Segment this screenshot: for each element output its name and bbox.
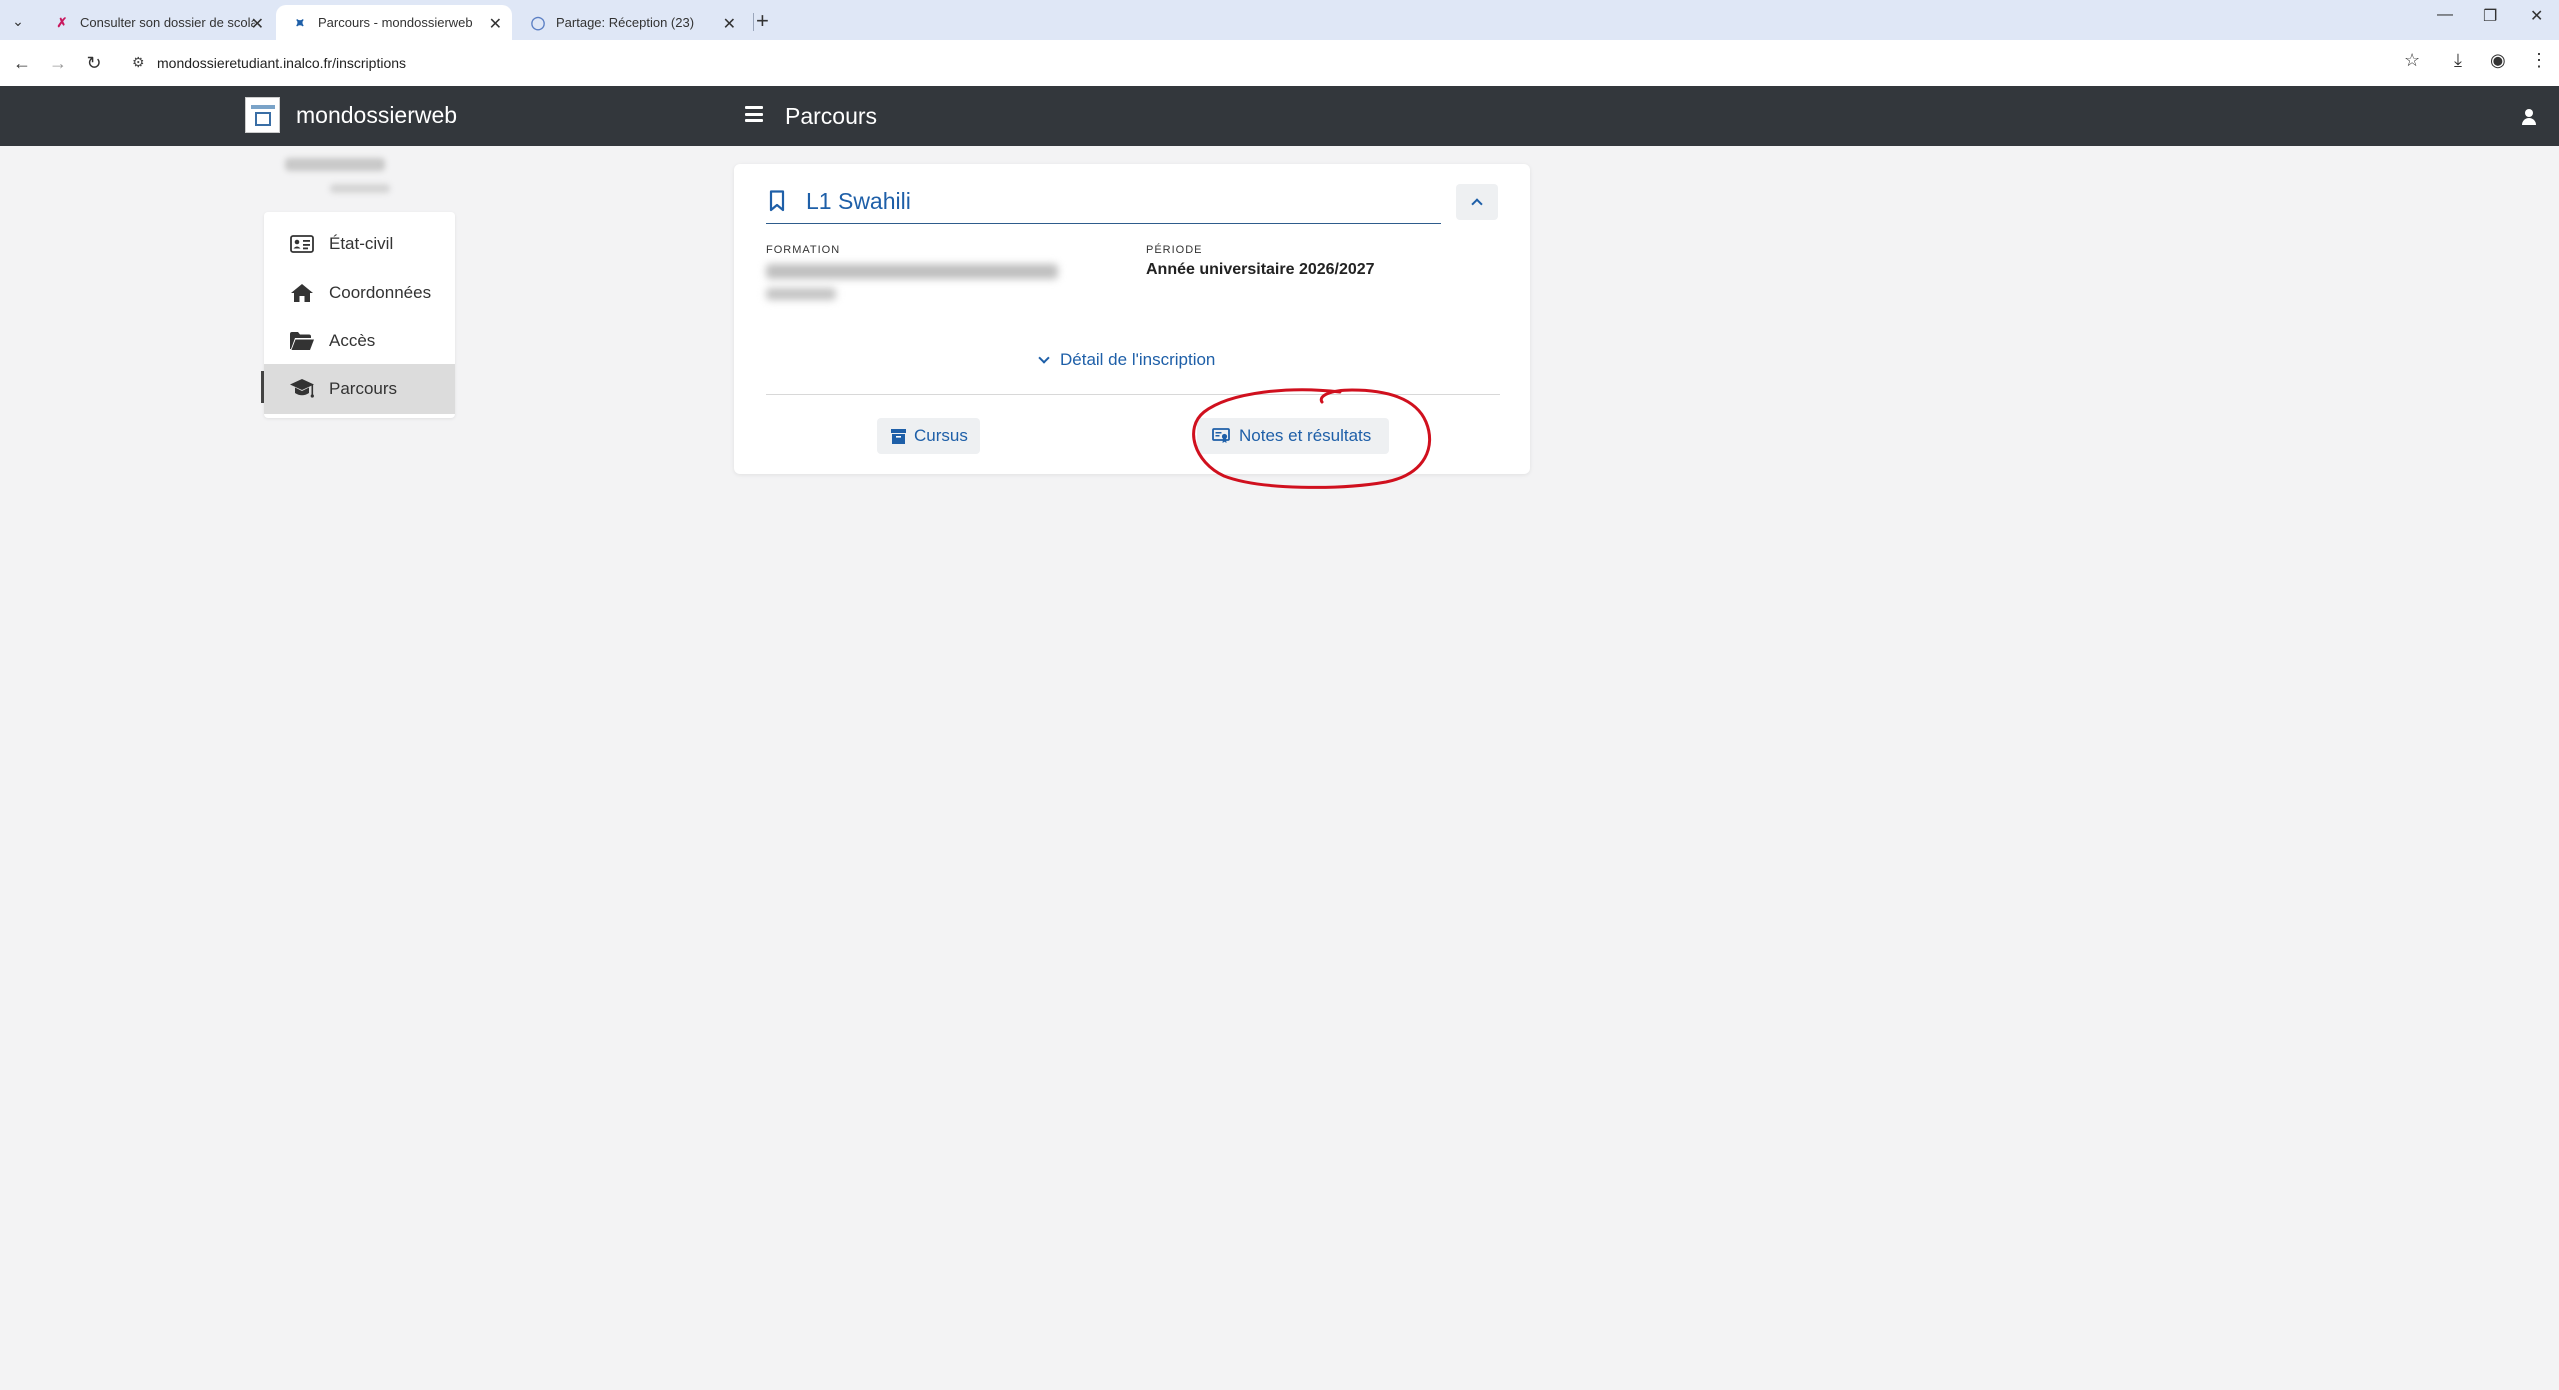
tab-title: Parcours - mondossierweb [318, 15, 473, 30]
detail-link-label: Détail de l'inscription [1060, 350, 1216, 369]
home-icon [289, 282, 315, 304]
site-logo[interactable] [245, 97, 280, 133]
page-title: Parcours [785, 103, 878, 129]
reload-icon[interactable]: ↻ [80, 49, 108, 77]
periode-label: PÉRIODE [1146, 244, 1203, 256]
tab-search-icon[interactable]: ⌄ [6, 9, 30, 33]
browser-tab-3[interactable]: ◯ Partage: Réception (23) ✕ [514, 5, 746, 40]
tab-title: Consulter son dossier de scolarit [80, 15, 255, 30]
tab-favicon-icon: ⯍ [295, 14, 305, 30]
archive-icon [891, 429, 906, 444]
address-url[interactable]: mondossieretudiant.inalco.fr/inscription… [157, 55, 406, 71]
notes-button-label: Notes et résultats [1239, 426, 1372, 445]
sidebar-item-label: Accès [329, 331, 376, 350]
id-card-icon [289, 233, 315, 255]
restore-icon[interactable]: ❐ [2483, 6, 2497, 26]
title-divider [766, 223, 1441, 224]
forward-icon[interactable]: → [44, 49, 72, 77]
brand-name[interactable]: mondossierweb [296, 102, 457, 129]
formation-value-redacted [766, 264, 1058, 279]
profile-icon[interactable]: ◉ [2490, 50, 2506, 71]
chevron-up-icon [1471, 198, 1483, 210]
menu-icon[interactable] [745, 106, 763, 122]
card-divider [766, 394, 1500, 395]
globe-icon: ◯ [530, 14, 546, 30]
collapse-button[interactable] [1456, 184, 1498, 220]
formation-label: FORMATION [766, 244, 841, 256]
tab-separator [753, 13, 754, 31]
sidebar-item-etat-civil[interactable]: État-civil [264, 219, 455, 269]
sidebar-nav: État-civil Coordonnées Accès Parcours [264, 212, 455, 418]
user-icon[interactable] [2522, 109, 2536, 125]
sidebar-item-label: État-civil [329, 234, 394, 253]
detail-inscription-link[interactable]: Détail de l'inscription [1038, 350, 1216, 370]
back-icon[interactable]: ← [8, 49, 36, 77]
notes-resultats-button[interactable]: Notes et résultats [1197, 418, 1389, 454]
browser-tab-1[interactable]: ✗ Consulter son dossier de scolarit ✕ [38, 5, 274, 40]
browser-toolbar: ← → ↻ ⚙ mondossieretudiant.inalco.fr/ins… [0, 40, 2559, 86]
chevron-down-icon [1038, 351, 1050, 364]
tab-title: Partage: Réception (23) [556, 15, 695, 30]
sidebar-item-label: Parcours [329, 379, 398, 398]
sidebar-item-parcours[interactable]: Parcours [264, 364, 455, 414]
certificate-icon [1212, 428, 1230, 444]
address-bar[interactable]: ⚙ mondossieretudiant.inalco.fr/inscripti… [124, 46, 2434, 80]
tab-favicon-icon: ✗ [56, 14, 68, 30]
browser-tabstrip: ⌄ ✗ Consulter son dossier de scolarit ✕ … [0, 0, 2559, 40]
more-menu-icon[interactable]: ⋮ [2530, 50, 2548, 71]
minimize-icon[interactable]: — [2437, 6, 2453, 24]
inscription-card: L1 Swahili FORMATION PÉRIODE Année unive… [734, 164, 1530, 474]
sidebar-item-coordonnees[interactable]: Coordonnées [264, 268, 455, 318]
close-icon[interactable]: ✕ [723, 14, 736, 34]
sidebar-item-label: Coordonnées [329, 283, 432, 302]
close-window-icon[interactable]: ✕ [2530, 6, 2543, 26]
download-icon[interactable]: ⤓ [2454, 50, 2462, 71]
site-info-icon[interactable]: ⚙ [132, 54, 150, 72]
student-id-redacted [330, 184, 390, 193]
close-icon[interactable]: ✕ [251, 14, 264, 34]
cursus-button[interactable]: Cursus [877, 418, 980, 454]
periode-value: Année universitaire 2026/2027 [1146, 261, 1375, 278]
graduation-cap-icon [289, 378, 315, 400]
inscription-title: L1 Swahili [806, 188, 911, 214]
app-header: mondossierweb Parcours [0, 86, 2559, 146]
sidebar-item-acces[interactable]: Accès [264, 316, 455, 366]
browser-tab-2[interactable]: ⯍ Parcours - mondossierweb ✕ [276, 5, 512, 40]
student-name-redacted [285, 158, 385, 171]
formation-value-redacted-2 [766, 288, 836, 300]
close-icon[interactable]: ✕ [489, 14, 502, 34]
new-tab-icon[interactable]: + [756, 8, 769, 34]
cursus-button-label: Cursus [914, 426, 968, 445]
bookmark-icon [769, 190, 785, 212]
folder-open-icon [289, 330, 315, 352]
bookmark-star-icon[interactable]: ☆ [2404, 50, 2420, 71]
